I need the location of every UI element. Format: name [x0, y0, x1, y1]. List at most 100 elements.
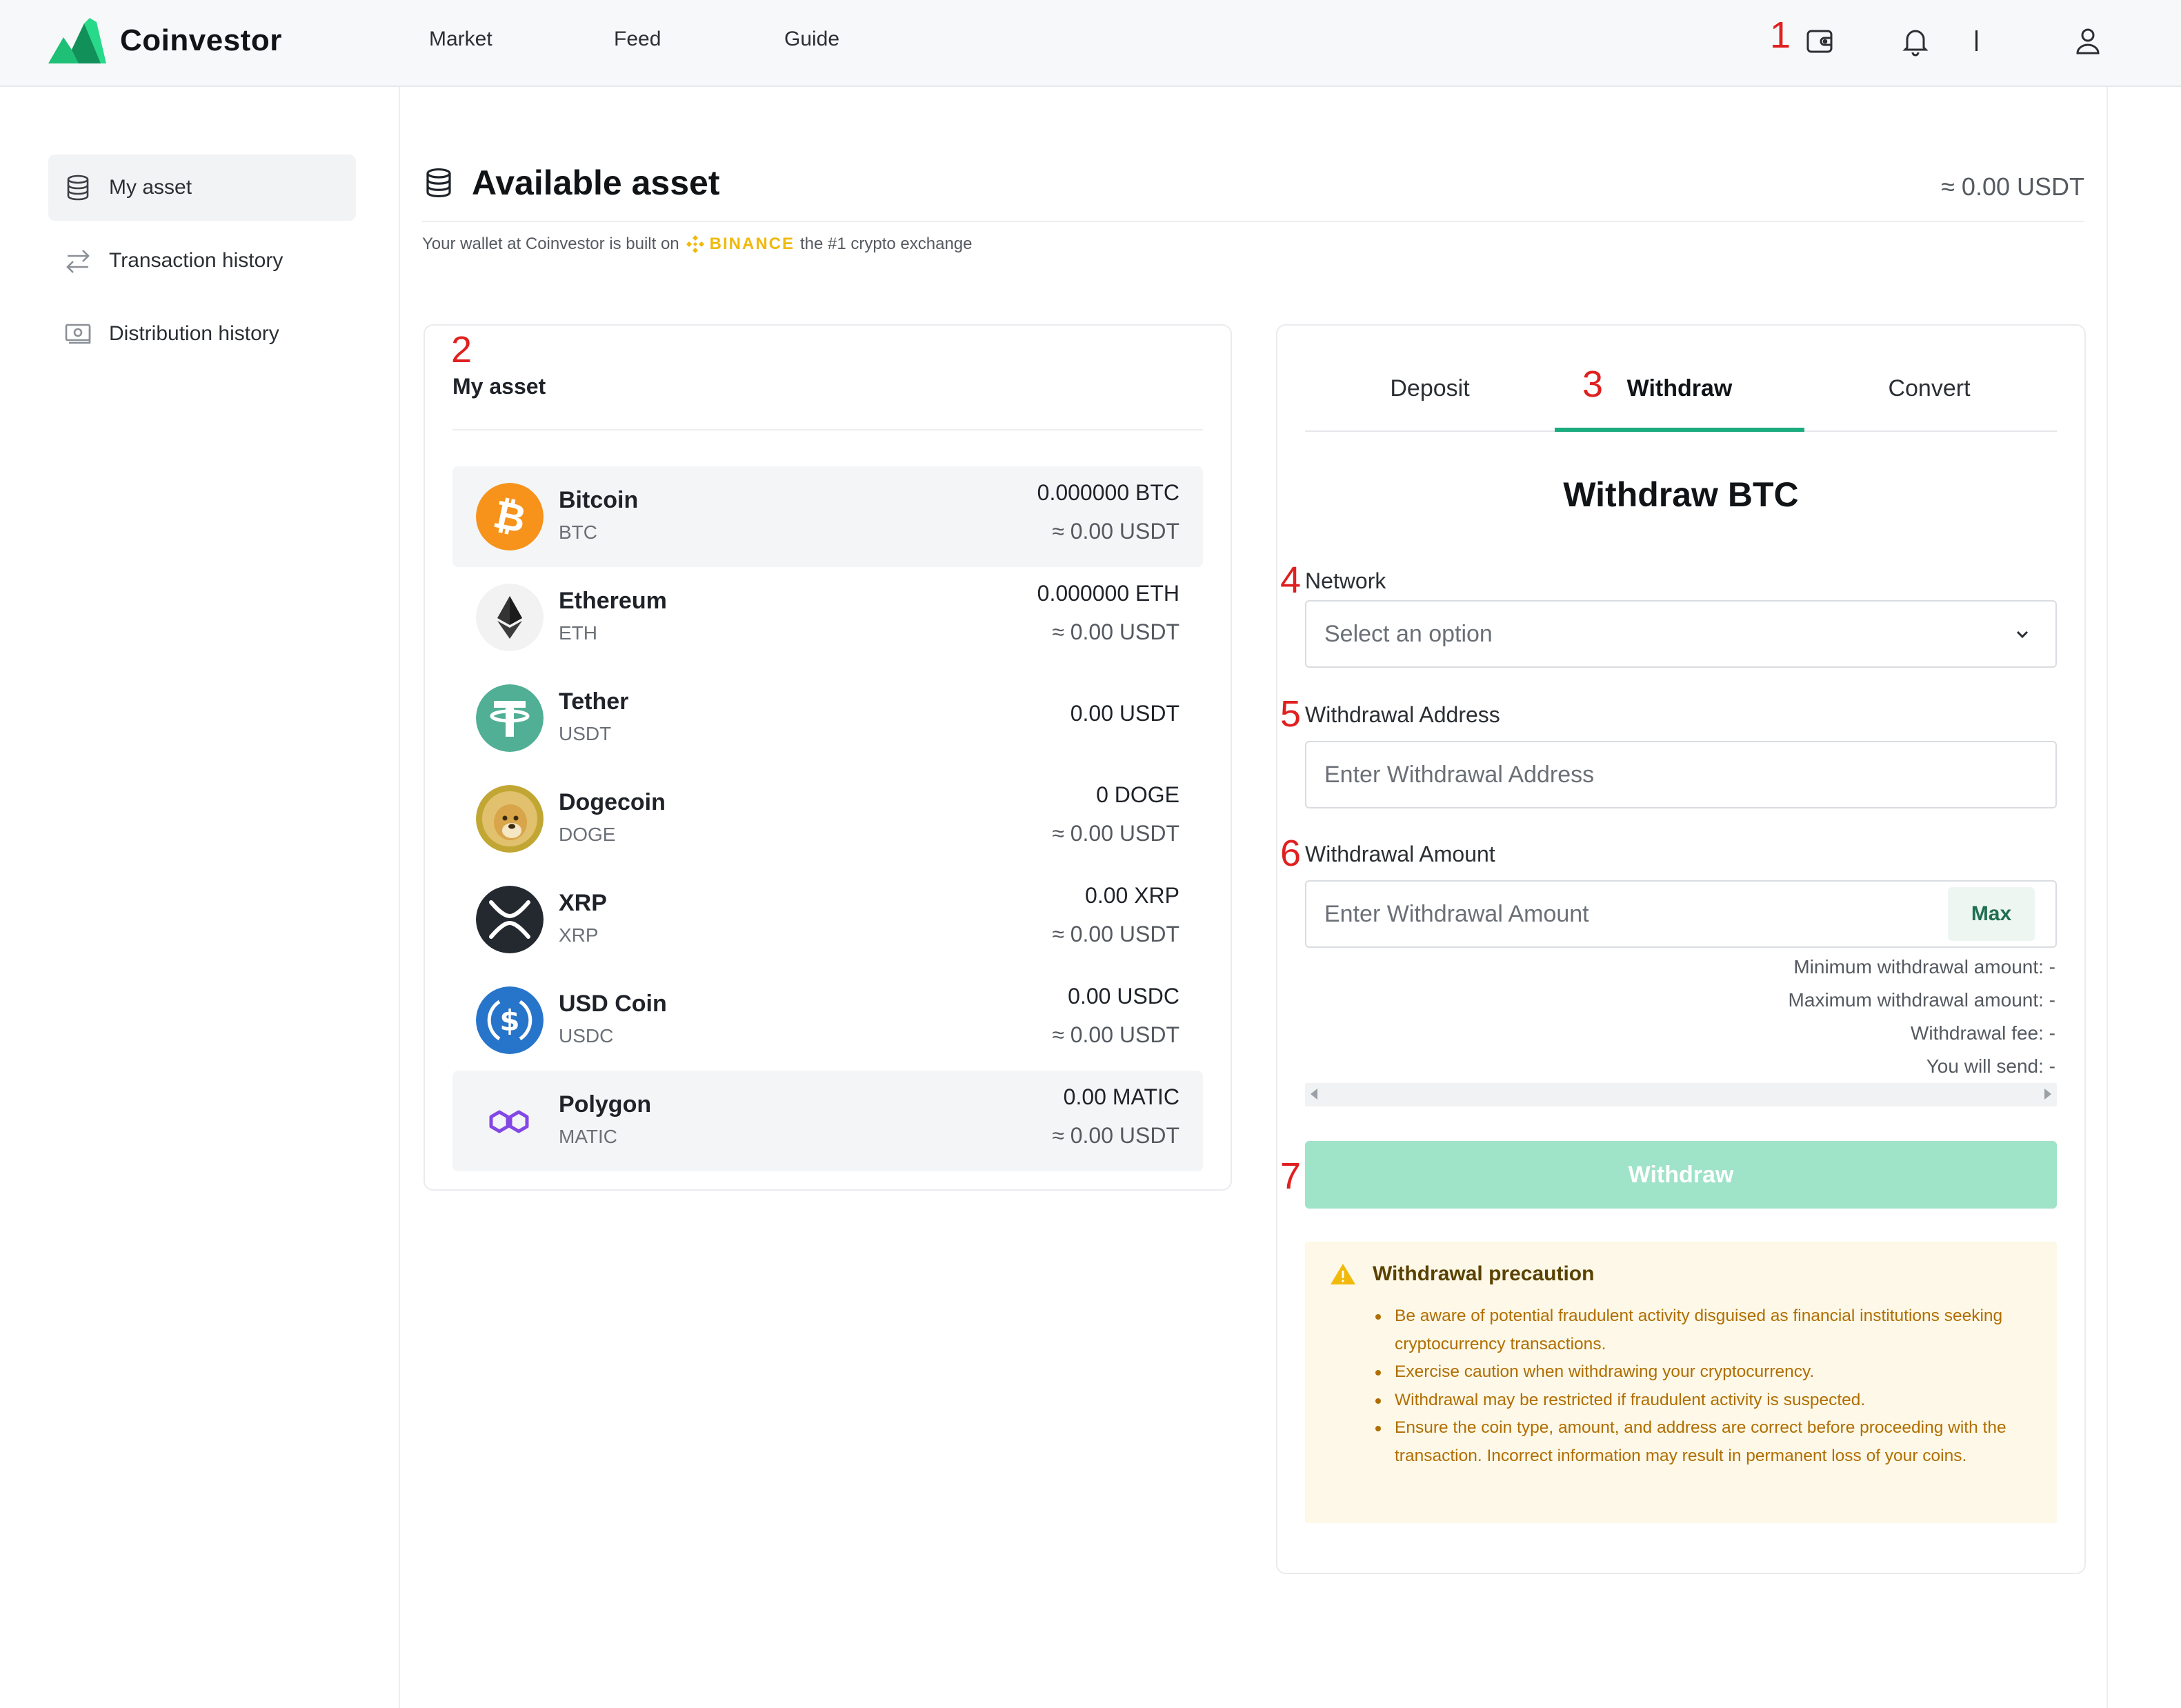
precaution-title: Withdrawal precaution [1330, 1262, 1594, 1286]
active-tab-indicator [1555, 428, 1804, 432]
withdraw-title: Withdraw BTC [1563, 475, 1799, 514]
annotation-5: 5 [1280, 693, 1302, 735]
coin-amount: 0 DOGE [1096, 782, 1179, 807]
coin-usdt-value: ≈ 0.00 USDT [1052, 922, 1179, 946]
scroll-left-arrow-icon[interactable] [1311, 1089, 1317, 1100]
asset-row-dogecoin[interactable]: Dogecoin DOGE 0 DOGE ≈ 0.00 USDT [452, 768, 1203, 869]
wallet-icon[interactable] [1800, 21, 1840, 61]
coin-symbol: USDT [559, 723, 612, 744]
content-right-border [2107, 87, 2108, 1708]
coin-name: XRP [559, 890, 607, 916]
scroll-right-arrow-icon[interactable] [2044, 1089, 2051, 1100]
binance-text: BINANCE [709, 235, 795, 253]
withdrawal-amount-label: Withdrawal Amount [1305, 842, 1495, 866]
nav-market[interactable]: Market [429, 28, 492, 51]
binance-icon [686, 235, 704, 253]
coin-amount: 0.00 USDT [1070, 701, 1179, 726]
coin-amount: 0.000000 BTC [1037, 480, 1179, 505]
binance-logo: BINANCE [685, 234, 795, 255]
sidebar-item-transaction-history[interactable]: Transaction history [48, 228, 356, 294]
asset-row-tether[interactable]: Tether USDT 0.00 USDT [452, 668, 1203, 768]
asset-row-bitcoin[interactable]: ₿ Bitcoin BTC 0.000000 BTC ≈ 0.00 USDT [452, 466, 1203, 567]
coin-symbol: BTC [559, 522, 597, 543]
subtitle-before: Your wallet at Coinvestor is built on [422, 235, 679, 253]
subtitle-after: the #1 crypto exchange [800, 235, 973, 253]
asset-card-title: My asset [452, 374, 546, 399]
max-button[interactable]: Max [1948, 887, 2035, 941]
asset-row-ethereum[interactable]: Ethereum ETH 0.000000 ETH ≈ 0.00 USDT [452, 567, 1203, 668]
coin-amount: 0.000000 ETH [1037, 581, 1179, 606]
tab-convert[interactable]: Convert [1804, 375, 2054, 402]
coin-amount: 0.00 USDC [1068, 984, 1179, 1009]
chevron-down-icon [2016, 630, 2029, 639]
precaution-item: Ensure the coin type, amount, and addres… [1374, 1414, 2036, 1470]
annotation-2: 2 [451, 329, 472, 370]
database-icon [426, 168, 451, 198]
withdrawal-amount-field[interactable]: Max [1305, 880, 2057, 948]
logo-text: Coinvestor [120, 23, 282, 57]
withdrawal-precaution-box: Withdrawal precaution Be aware of potent… [1305, 1242, 2057, 1523]
network-label: Network [1305, 568, 1386, 593]
sidebar-item-label: Transaction history [109, 249, 283, 272]
maximum-withdrawal-info: Maximum withdrawal amount: - [1788, 989, 2055, 1011]
transfer-arrows-icon [62, 245, 94, 277]
coin-name: Ethereum [559, 588, 667, 614]
wallet-subtitle: Your wallet at Coinvestor is built on BI… [422, 233, 973, 255]
coin-name: Tether [559, 688, 629, 715]
coin-name: Polygon [559, 1091, 652, 1118]
coin-symbol: ETH [559, 622, 597, 644]
coin-usdt-value: ≈ 0.00 USDT [1052, 619, 1179, 644]
total-balance: ≈ 0.00 USDT [1941, 172, 2084, 201]
svg-text:$: $ [499, 1004, 519, 1037]
withdraw-card: Deposit 3 Withdraw Convert Withdraw BTC … [1276, 324, 2086, 1574]
sidebar-item-label: My asset [109, 176, 192, 199]
sidebar-item-distribution-history[interactable]: Distribution history [48, 301, 356, 367]
coin-amount: 0.00 MATIC [1063, 1084, 1179, 1109]
tab-deposit[interactable]: Deposit [1305, 375, 1555, 402]
title-divider [422, 221, 2084, 222]
network-select[interactable]: Select an option [1305, 600, 2057, 668]
coin-amount: 0.00 XRP [1085, 883, 1179, 908]
asset-row-usd-coin[interactable]: $ USD Coin USDC 0.00 USDC ≈ 0.00 USDT [452, 970, 1203, 1071]
user-icon[interactable] [2068, 21, 2108, 61]
coin-usdt-value: ≈ 0.00 USDT [1052, 1022, 1179, 1047]
sidebar-item-my-asset[interactable]: My asset [48, 155, 356, 221]
withdrawal-fee-info: Withdrawal fee: - [1910, 1022, 2055, 1044]
coin-symbol: DOGE [559, 824, 616, 845]
withdrawal-address-field[interactable] [1305, 741, 2057, 808]
tab-withdraw[interactable]: Withdraw [1555, 375, 1804, 402]
you-will-send-info: You will send: - [1926, 1055, 2055, 1077]
withdrawal-amount-input[interactable] [1324, 900, 1918, 928]
page-title: Available asset [422, 163, 719, 203]
annotation-6: 6 [1280, 833, 1302, 874]
precaution-item: Be aware of potential fraudulent activit… [1374, 1302, 2036, 1358]
coin-name: USD Coin [559, 991, 667, 1017]
logo-mountain-icon [48, 18, 106, 63]
withdrawal-address-input[interactable] [1324, 761, 1918, 788]
precaution-list: Be aware of potential fraudulent activit… [1374, 1302, 2036, 1470]
dogecoin-icon [476, 785, 544, 853]
nav-feed[interactable]: Feed [614, 28, 661, 51]
bitcoin-icon: ₿ [476, 483, 544, 550]
asset-row-polygon[interactable]: Polygon MATIC 0.00 MATIC ≈ 0.00 USDT [452, 1071, 1203, 1171]
my-asset-card: 2 My asset ₿ Bitcoin BTC 0.000000 BTC ≈ … [424, 324, 1232, 1191]
top-header: Coinvestor Market Feed Guide 1 [0, 0, 2181, 87]
asset-list: ₿ Bitcoin BTC 0.000000 BTC ≈ 0.00 USDT E… [452, 466, 1203, 1171]
bell-icon[interactable] [1895, 21, 1935, 61]
minimum-withdrawal-info: Minimum withdrawal amount: - [1793, 956, 2055, 977]
annotation-1: 1 [1770, 14, 1791, 56]
coin-usdt-value: ≈ 0.00 USDT [1052, 821, 1179, 846]
xrp-icon [476, 886, 544, 953]
annotation-4: 4 [1280, 559, 1302, 601]
warning-icon [1331, 1264, 1355, 1284]
withdrawal-address-label: Withdrawal Address [1305, 702, 1500, 727]
annotation-7: 7 [1280, 1155, 1302, 1197]
page-title-text: Available asset [472, 163, 720, 202]
nav-guide[interactable]: Guide [784, 28, 839, 51]
logo[interactable]: Coinvestor [48, 17, 282, 65]
asset-row-xrp[interactable]: XRP XRP 0.00 XRP ≈ 0.00 USDT [452, 869, 1203, 970]
coin-symbol: USDC [559, 1025, 614, 1046]
horizontal-scrollbar[interactable] [1305, 1083, 2057, 1106]
withdraw-button[interactable]: Withdraw [1305, 1141, 2057, 1209]
database-icon [62, 172, 94, 203]
